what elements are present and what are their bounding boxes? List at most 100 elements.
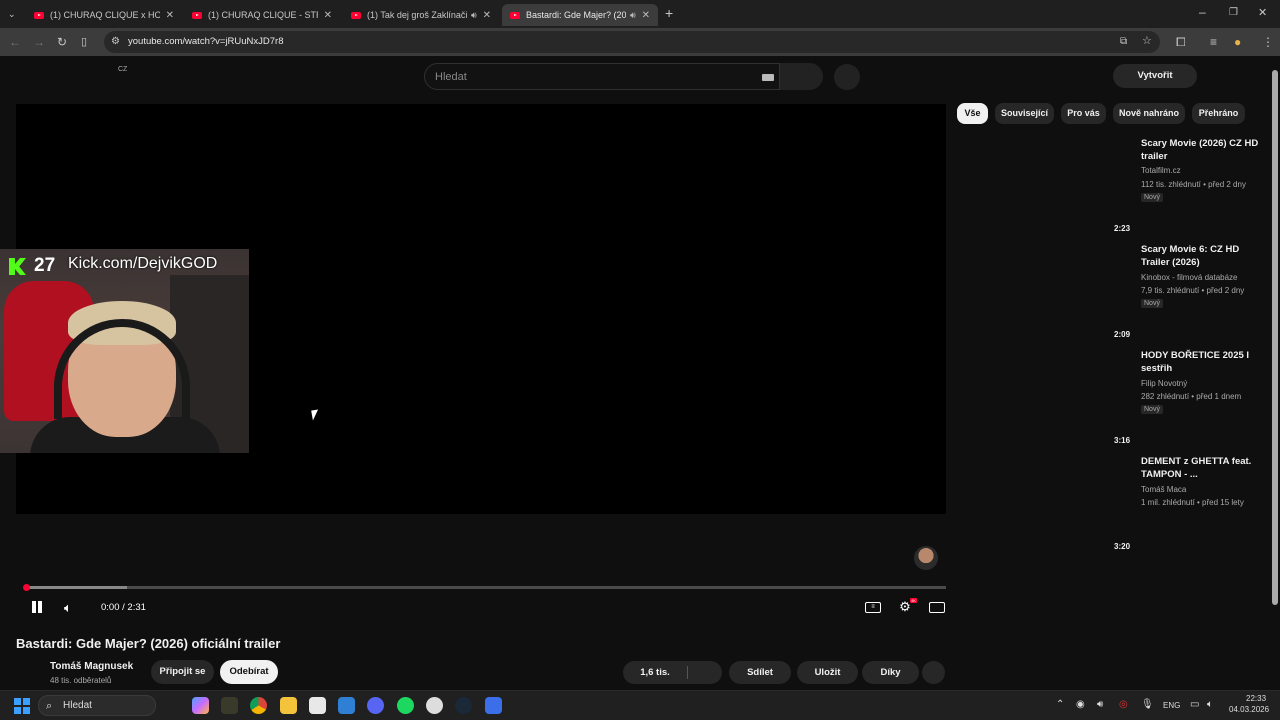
browser-tab[interactable]: (1) Tak dej groš Zaklínači (L 🔊︎ ✕	[343, 4, 499, 26]
discord-icon[interactable]	[367, 697, 384, 714]
close-window-icon[interactable]: ✕	[1258, 7, 1267, 19]
recommendation-item[interactable]: 3:16 DEMENT z GHETTA feat. TAMPON - ... …	[1114, 435, 1259, 535]
volume-tray-icon[interactable]: 🔊︎	[1097, 699, 1103, 710]
new-badge: Nový	[1141, 299, 1163, 308]
extensions-icon[interactable]: ⧠	[1176, 36, 1186, 48]
file-explorer-icon[interactable]	[280, 697, 297, 714]
recommendation-title[interactable]: Scary Movie (2026) CZ HD trailer	[1141, 137, 1259, 163]
close-tab-icon[interactable]: ✕	[324, 10, 332, 21]
bookmark-star-icon[interactable]: ☆	[1142, 35, 1152, 47]
copilot-icon[interactable]	[192, 697, 209, 714]
store-icon[interactable]	[309, 697, 326, 714]
recommendation-item[interactable]: 3:20	[1114, 541, 1259, 561]
app-launcher-icon[interactable]	[485, 697, 502, 714]
close-tab-icon[interactable]: ✕	[166, 10, 174, 21]
browser-tab[interactable]: (1) CHURAQ CLIQUE x HOFTYK ✕	[26, 4, 182, 26]
taskbar-search[interactable]: ⌕ Hledat	[38, 695, 156, 716]
time-display: 0:00 / 2:31	[101, 602, 146, 613]
profile-icon[interactable]: ●	[1234, 36, 1241, 48]
more-actions-button[interactable]	[922, 661, 945, 684]
browser-toolbar: ← → ↻ ▯ ⚙ youtube.com/watch?v=jRUuNxJD7r…	[0, 28, 1280, 56]
steelseries-tray-icon[interactable]: ◎	[1119, 699, 1128, 710]
close-tab-icon[interactable]: ✕	[642, 10, 650, 21]
site-info-icon[interactable]: ⚙	[111, 36, 120, 48]
clock-date[interactable]: 04.03.2026	[1229, 705, 1269, 714]
like-dislike-divider	[687, 666, 688, 679]
recommendation-title[interactable]: DEMENT z GHETTA feat. TAMPON - ...	[1141, 455, 1259, 481]
search-input[interactable]: Hledat	[424, 63, 780, 90]
progress-scrubber[interactable]	[23, 584, 30, 591]
recommendation-meta: 112 tis. zhlédnutí • před 2 dny	[1141, 180, 1246, 189]
thanks-button[interactable]: Díky	[862, 661, 919, 684]
chip-recently-uploaded[interactable]: Nově nahráno	[1113, 103, 1185, 124]
install-app-icon[interactable]: ⧉	[1120, 36, 1127, 48]
recommendation-item[interactable]: 2:09 HODY BOŘETICE 2025 I sestřih Filip …	[1114, 329, 1259, 429]
keyboard-icon[interactable]	[762, 74, 774, 81]
share-button[interactable]: Sdílet	[729, 661, 791, 684]
pause-button[interactable]	[31, 601, 43, 613]
network-icon[interactable]: ▭	[1190, 699, 1199, 710]
subtitles-icon[interactable]: ≡	[865, 602, 881, 613]
recommendation-channel[interactable]: Tomáš Maca	[1141, 485, 1186, 494]
tab-search-icon[interactable]: ⌄	[8, 8, 16, 20]
channel-watermark[interactable]	[914, 546, 938, 570]
recommendation-channel[interactable]: Totalfilm.cz	[1141, 166, 1181, 175]
new-tab-icon[interactable]: +	[665, 6, 673, 20]
steam-icon[interactable]	[455, 697, 472, 714]
restore-icon[interactable]: ❐	[1229, 7, 1238, 19]
windows-taskbar: ⌕ Hledat ⌃ ◉ 🔊︎ ◎ 🎙︎ ENG ▭ 🔈︎ 22:33 04.0…	[0, 690, 1280, 720]
speaker-icon[interactable]: 🔊︎	[471, 10, 477, 21]
mail-icon[interactable]	[338, 697, 355, 714]
fullscreen-icon[interactable]	[929, 602, 945, 613]
subscribe-button[interactable]: Odebírat	[220, 660, 278, 684]
volume-icon[interactable]: 🔈︎	[64, 600, 72, 616]
media-controls-icon[interactable]: ≡	[1210, 36, 1217, 48]
scrollbar-thumb[interactable]	[1272, 70, 1278, 605]
recommendation-item[interactable]: Scary Movie (2026) CZ HD trailer Totalfi…	[1114, 137, 1259, 217]
recommendation-title[interactable]: HODY BOŘETICE 2025 I sestřih	[1141, 349, 1259, 375]
close-tab-icon[interactable]: ✕	[483, 10, 491, 21]
app-icon[interactable]	[221, 697, 238, 714]
windows-start-icon[interactable]	[14, 698, 30, 714]
back-icon[interactable]: ←	[9, 36, 21, 48]
speaker-icon[interactable]: 🔊︎	[630, 10, 636, 21]
chip-watched[interactable]: Přehráno	[1192, 103, 1245, 124]
browser-tab-active[interactable]: Bastardi: Gde Majer? (2026) 🔊︎ ✕	[502, 4, 658, 26]
spotify-icon[interactable]	[397, 697, 414, 714]
voice-search-button[interactable]	[834, 64, 860, 90]
address-bar[interactable]: ⚙ youtube.com/watch?v=jRUuNxJD7r8 ⧉ ☆	[104, 31, 1160, 53]
join-button[interactable]: Připojit se	[151, 660, 214, 684]
tray-overflow-icon[interactable]: ⌃	[1056, 699, 1064, 710]
chrome-icon[interactable]	[250, 697, 267, 714]
microphone-icon[interactable]: 🎙︎	[1141, 699, 1154, 710]
minimize-icon[interactable]: –	[1199, 6, 1206, 18]
sidebar-icon[interactable]: ▯	[81, 36, 87, 48]
recommendation-channel[interactable]: Kinobox - filmová databáze	[1141, 273, 1238, 282]
recommendation-item[interactable]: 2:23 Scary Movie 6: CZ HD Trailer (2026)…	[1114, 223, 1259, 323]
like-count: 1,6 tis.	[640, 667, 670, 678]
streamer-webcam-overlay: 27 Kick.com/DejvikGOD	[0, 249, 249, 453]
recommendation-channel[interactable]: Filip Novotný	[1141, 379, 1187, 388]
like-button[interactable]: 1,6 tis.	[623, 661, 722, 684]
speaker-icon[interactable]: 🔈︎	[1207, 699, 1213, 710]
menu-icon[interactable]: ⋮	[1262, 36, 1274, 48]
save-button[interactable]: Uložit	[797, 661, 858, 684]
recommendation-title[interactable]: Scary Movie 6: CZ HD Trailer (2026)	[1141, 243, 1259, 269]
progress-bar[interactable]	[26, 586, 946, 589]
clock-time[interactable]: 22:33	[1246, 694, 1266, 703]
chrome-tray-icon[interactable]: ◉	[1076, 699, 1085, 710]
chip-all[interactable]: Vše	[957, 103, 988, 124]
browser-tab[interactable]: (1) CHURAQ CLIQUE - STRÁŽE ✕	[184, 4, 340, 26]
forward-icon[interactable]: →	[33, 36, 45, 48]
keyboard-language[interactable]: ENG	[1163, 701, 1180, 710]
steelseries-icon[interactable]	[426, 697, 443, 714]
create-button[interactable]: Vytvořit	[1113, 64, 1197, 88]
chip-for-you[interactable]: Pro vás	[1061, 103, 1106, 124]
progress-buffer	[26, 586, 128, 589]
taskbar-search-label: Hledat	[63, 700, 92, 711]
chip-related[interactable]: Související	[995, 103, 1054, 124]
reload-icon[interactable]: ↻	[57, 36, 67, 48]
recommendation-meta: 7,9 tis. zhlédnutí • před 2 dny	[1141, 286, 1245, 295]
channel-name[interactable]: Tomáš Magnusek	[50, 661, 133, 672]
search-button[interactable]	[780, 63, 823, 90]
